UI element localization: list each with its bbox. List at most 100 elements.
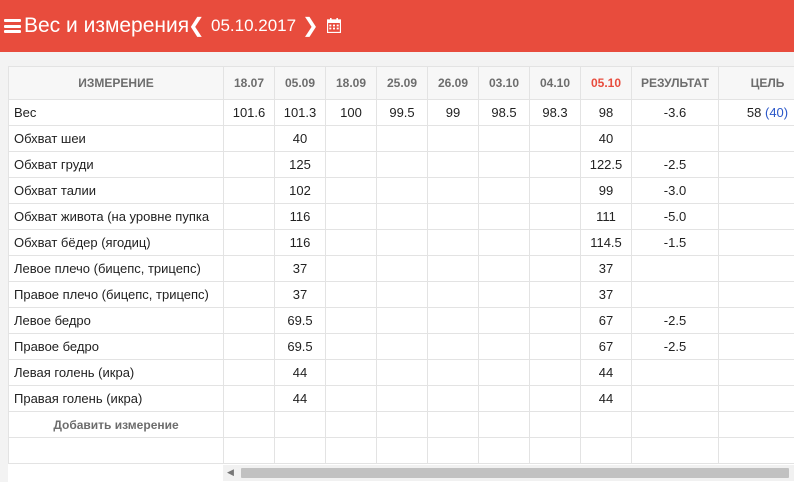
table-row[interactable]: Левое бедро 69.5 67 -2.5	[8, 307, 794, 334]
measurement-value[interactable]: 101.6	[223, 99, 275, 126]
measurement-value[interactable]	[223, 229, 275, 256]
measurement-value[interactable]	[376, 203, 428, 230]
measurement-value[interactable]: 98.3	[529, 99, 581, 126]
menu-icon[interactable]	[4, 19, 21, 33]
measurement-value[interactable]	[325, 333, 377, 360]
measurement-value[interactable]	[376, 229, 428, 256]
measurement-value[interactable]	[529, 333, 581, 360]
calendar-icon[interactable]	[327, 18, 341, 33]
goal-cell[interactable]	[718, 385, 794, 412]
measurement-value[interactable]: 101.3	[274, 99, 326, 126]
measurement-value[interactable]: 44	[580, 385, 632, 412]
measurement-value[interactable]	[223, 307, 275, 334]
measurement-value[interactable]: 125	[274, 151, 326, 178]
measurement-value[interactable]	[478, 307, 530, 334]
measurement-value[interactable]	[223, 281, 275, 308]
measurement-value[interactable]	[478, 151, 530, 178]
measurement-value[interactable]	[427, 385, 479, 412]
measurement-value[interactable]: 69.5	[274, 333, 326, 360]
measurement-value[interactable]	[529, 385, 581, 412]
horizontal-scrollbar[interactable]: ◀	[223, 465, 794, 481]
measurement-value[interactable]	[478, 229, 530, 256]
measurement-value[interactable]: 69.5	[274, 307, 326, 334]
measurement-value[interactable]: 67	[580, 307, 632, 334]
table-row[interactable]: Обхват шеи 40 40	[8, 125, 794, 152]
measurement-value[interactable]	[529, 177, 581, 204]
measurement-value[interactable]	[223, 125, 275, 152]
measurement-value[interactable]	[478, 333, 530, 360]
measurement-value[interactable]: 99.5	[376, 99, 428, 126]
goal-cell[interactable]	[718, 229, 794, 256]
measurement-value[interactable]: 37	[580, 255, 632, 282]
measurement-value[interactable]: 116	[274, 229, 326, 256]
measurement-value[interactable]	[223, 177, 275, 204]
measurement-value[interactable]	[376, 177, 428, 204]
measurement-value[interactable]: 98	[580, 99, 632, 126]
measurement-value[interactable]	[478, 255, 530, 282]
measurement-value[interactable]	[478, 125, 530, 152]
measurement-value[interactable]: 98.5	[478, 99, 530, 126]
measurement-value[interactable]	[427, 255, 479, 282]
scrollbar-thumb[interactable]	[241, 468, 789, 478]
goal-cell[interactable]	[718, 151, 794, 178]
measurement-value[interactable]	[325, 203, 377, 230]
measurement-value[interactable]: 40	[274, 125, 326, 152]
measurement-value[interactable]	[529, 307, 581, 334]
table-row[interactable]: Левая голень (икра) 44 44	[8, 359, 794, 386]
measurement-value[interactable]: 37	[274, 281, 326, 308]
table-row[interactable]: Обхват груди 125 122.5 -2.5	[8, 151, 794, 178]
measurement-value[interactable]	[427, 125, 479, 152]
measurement-value[interactable]	[529, 359, 581, 386]
measurement-value[interactable]	[325, 229, 377, 256]
measurement-value[interactable]	[325, 359, 377, 386]
measurement-value[interactable]	[427, 359, 479, 386]
table-row[interactable]: Левое плечо (бицепс, трицепс) 37 37	[8, 255, 794, 282]
measurement-value[interactable]	[427, 307, 479, 334]
table-row[interactable]: Обхват талии 102 99 -3.0	[8, 177, 794, 204]
table-row[interactable]: Правое бедро 69.5 67 -2.5	[8, 333, 794, 360]
measurement-value[interactable]	[376, 281, 428, 308]
measurement-value[interactable]	[478, 359, 530, 386]
goal-cell[interactable]	[718, 307, 794, 334]
next-date-button[interactable]: ❯	[302, 15, 319, 37]
measurement-value[interactable]	[427, 177, 479, 204]
measurement-value[interactable]: 99	[427, 99, 479, 126]
goal-link[interactable]: (40)	[765, 105, 788, 120]
table-row[interactable]: Обхват живота (на уровне пупка 116 111 -5.0	[8, 203, 794, 230]
measurement-value[interactable]	[223, 151, 275, 178]
measurement-value[interactable]	[478, 281, 530, 308]
measurement-value[interactable]: 114.5	[580, 229, 632, 256]
measurement-value[interactable]	[223, 333, 275, 360]
measurement-value[interactable]: 40	[580, 125, 632, 152]
measurement-value[interactable]	[427, 333, 479, 360]
table-row[interactable]: Вес 101.6 101.3 100 99.5 99 98.5 98.3 98 -3.6 58 (…	[8, 99, 794, 126]
measurement-value[interactable]	[325, 281, 377, 308]
measurement-value[interactable]	[427, 203, 479, 230]
measurement-value[interactable]	[529, 255, 581, 282]
goal-cell[interactable]	[718, 333, 794, 360]
goal-cell[interactable]	[718, 359, 794, 386]
measurement-value[interactable]: 44	[274, 359, 326, 386]
measurement-value[interactable]: 99	[580, 177, 632, 204]
measurement-value[interactable]	[376, 359, 428, 386]
measurement-value[interactable]	[376, 125, 428, 152]
measurement-value[interactable]	[478, 177, 530, 204]
goal-cell[interactable]	[718, 255, 794, 282]
measurement-value[interactable]: 116	[274, 203, 326, 230]
measurement-value[interactable]: 67	[580, 333, 632, 360]
measurement-value[interactable]	[529, 125, 581, 152]
measurement-value[interactable]	[223, 359, 275, 386]
measurement-value[interactable]	[529, 229, 581, 256]
measurement-value[interactable]	[427, 281, 479, 308]
measurement-value[interactable]: 44	[580, 359, 632, 386]
goal-cell[interactable]: 58 (40)	[718, 99, 794, 126]
measurement-value[interactable]: 37	[580, 281, 632, 308]
measurement-value[interactable]	[478, 203, 530, 230]
measurement-value[interactable]: 100	[325, 99, 377, 126]
measurement-value[interactable]	[325, 151, 377, 178]
measurement-value[interactable]	[223, 203, 275, 230]
goal-cell[interactable]	[718, 125, 794, 152]
measurement-value[interactable]	[529, 203, 581, 230]
scroll-left-arrow-icon[interactable]: ◀	[227, 467, 234, 478]
measurement-value[interactable]	[376, 255, 428, 282]
